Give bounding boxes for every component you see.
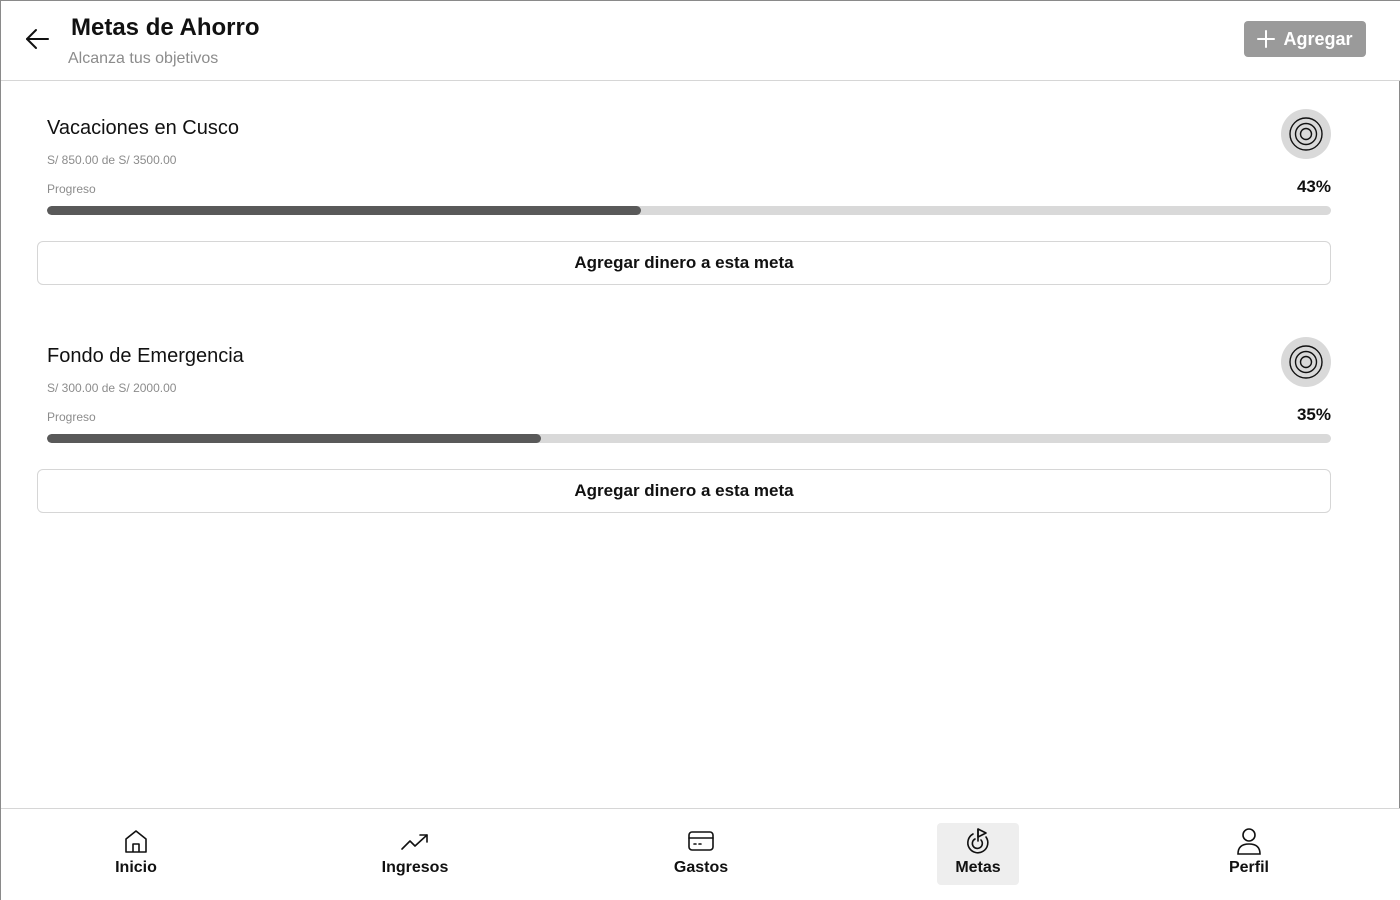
goal-name: Vacaciones en Cusco bbox=[47, 117, 239, 139]
page-title: Metas de Ahorro bbox=[71, 14, 260, 41]
goal-amount: S/ 300.00 de S/ 2000.00 bbox=[47, 381, 177, 395]
progress-label: Progreso bbox=[47, 410, 96, 424]
nav-item-metas[interactable]: Metas bbox=[937, 823, 1019, 885]
target-icon bbox=[1281, 109, 1331, 159]
goal-target-icon bbox=[963, 825, 993, 857]
header: Metas de Ahorro Alcanza tus objetivos Ag… bbox=[1, 1, 1400, 81]
progress-bar-fill bbox=[47, 206, 641, 215]
arrow-left-icon bbox=[24, 28, 50, 55]
add-goal-label: Agregar bbox=[1283, 28, 1353, 49]
bottom-nav: Inicio Ingresos Gastos Metas Perfil bbox=[1, 808, 1400, 900]
nav-item-gastos[interactable]: Gastos bbox=[660, 823, 742, 885]
add-money-button[interactable]: Agregar dinero a esta meta bbox=[37, 469, 1331, 513]
target-icon bbox=[1281, 337, 1331, 387]
add-money-button[interactable]: Agregar dinero a esta meta bbox=[37, 241, 1331, 285]
progress-bar bbox=[47, 206, 1331, 215]
nav-item-perfil[interactable]: Perfil bbox=[1208, 823, 1290, 885]
progress-percent: 35% bbox=[1296, 405, 1331, 424]
goal-amount: S/ 850.00 de S/ 3500.00 bbox=[47, 153, 177, 167]
nav-label-perfil: Perfil bbox=[1228, 859, 1269, 876]
nav-label-ingresos: Ingresos bbox=[381, 859, 449, 876]
page-subtitle: Alcanza tus objetivos bbox=[68, 50, 219, 67]
progress-percent: 43% bbox=[1296, 177, 1331, 196]
nav-item-inicio[interactable]: Inicio bbox=[95, 823, 177, 885]
app-frame: Metas de Ahorro Alcanza tus objetivos Ag… bbox=[0, 0, 1400, 900]
plus-icon bbox=[1257, 30, 1276, 48]
progress-label: Progreso bbox=[47, 182, 96, 196]
home-icon bbox=[122, 825, 150, 857]
goal-card: Vacaciones en Cusco S/ 850.00 de S/ 3500… bbox=[37, 109, 1331, 297]
trending-up-icon bbox=[400, 825, 430, 857]
nav-item-ingresos[interactable]: Ingresos bbox=[374, 823, 456, 885]
progress-bar bbox=[47, 434, 1331, 443]
credit-card-icon bbox=[686, 825, 716, 857]
user-icon bbox=[1235, 825, 1263, 857]
nav-label-metas: Metas bbox=[955, 859, 1001, 876]
nav-label-gastos: Gastos bbox=[673, 859, 729, 876]
progress-bar-fill bbox=[47, 434, 541, 443]
goal-card: Fondo de Emergencia S/ 300.00 de S/ 2000… bbox=[37, 337, 1331, 525]
back-button[interactable] bbox=[21, 25, 53, 57]
goal-name: Fondo de Emergencia bbox=[47, 345, 244, 367]
add-goal-button[interactable]: Agregar bbox=[1244, 21, 1366, 57]
nav-label-inicio: Inicio bbox=[115, 859, 157, 876]
